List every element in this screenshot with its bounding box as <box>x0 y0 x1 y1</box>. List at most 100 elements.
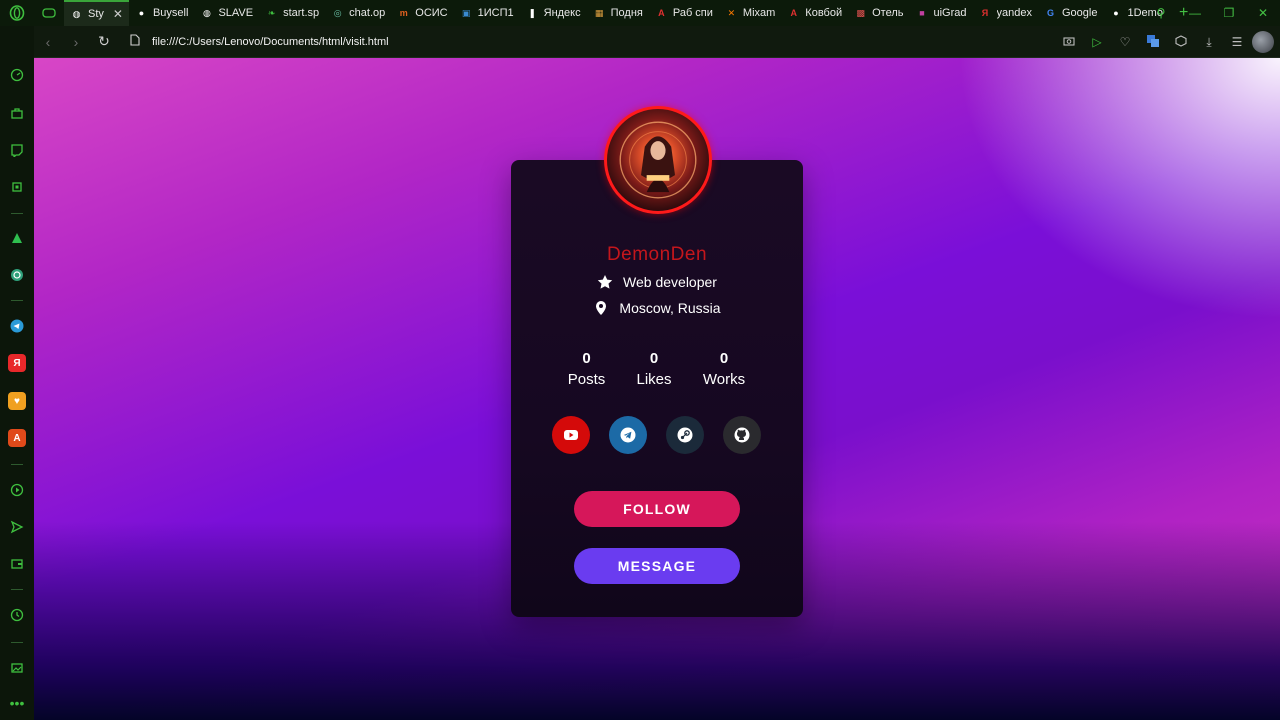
app-store-icon[interactable]: A <box>8 429 26 447</box>
tab-label: Ковбой <box>805 7 843 19</box>
tab-label: Подня <box>610 7 643 19</box>
profile-role: Web developer <box>511 274 803 290</box>
figure-icon: ✕ <box>727 7 736 18</box>
profile-avatar-icon[interactable] <box>1252 31 1274 53</box>
close-tab-icon[interactable]: ✕ <box>113 7 123 21</box>
tab-7[interactable]: ❚ Яндекс <box>520 1 587 25</box>
chip-icon[interactable] <box>8 178 26 196</box>
openai-icon: ◎ <box>333 7 342 18</box>
stat-label: Likes <box>636 371 672 388</box>
a-icon: A <box>790 8 798 18</box>
tab-label: uiGrad <box>933 7 967 19</box>
close-window-button[interactable]: ✕ <box>1246 6 1280 20</box>
tab-15[interactable]: G Google <box>1038 1 1103 25</box>
yandex-sidebar-icon[interactable]: Я <box>8 354 26 372</box>
tab-4[interactable]: ◎ chat.op <box>325 1 391 25</box>
tab-label: Раб спи <box>672 7 713 19</box>
tab-3[interactable]: ❧ start.sp <box>259 1 325 25</box>
stat-value: 0 <box>719 350 729 367</box>
tab-label: yandex <box>996 7 1032 19</box>
tab-11[interactable]: A Ковбой <box>781 1 848 25</box>
github-button[interactable] <box>723 416 761 454</box>
a-icon: A <box>658 8 665 18</box>
search-tabs-icon[interactable]: ⚲ <box>1144 6 1178 20</box>
camera-icon[interactable] <box>1056 35 1082 49</box>
player-icon[interactable] <box>8 481 26 499</box>
history-icon[interactable] <box>8 606 26 624</box>
youtube-button[interactable] <box>552 416 590 454</box>
tab-label: Buysell <box>152 7 189 19</box>
stat-label: Posts <box>567 371 606 388</box>
bag-icon[interactable] <box>8 104 26 122</box>
tab-1[interactable]: ● Buysell <box>129 1 194 25</box>
tab-2[interactable]: ◍ SLAVE <box>194 1 259 25</box>
role-label: Web developer <box>623 274 717 290</box>
twitch-icon[interactable] <box>8 141 26 159</box>
tab-10[interactable]: ✕ Mixam <box>719 1 781 25</box>
chatgpt-icon[interactable] <box>8 266 26 284</box>
tab-14[interactable]: Яyandex <box>973 1 1038 25</box>
profile-location: Moscow, Russia <box>511 300 803 316</box>
github-icon: ● <box>1113 8 1119 18</box>
globe-icon: ◍ <box>72 8 81 19</box>
message-button[interactable]: MESSAGE <box>574 548 740 584</box>
photo-icon: ▦ <box>594 7 604 18</box>
tab-6[interactable]: ▣ 1ИСП1 <box>454 1 520 25</box>
tab-13[interactable]: ■ uiGrad <box>909 1 972 25</box>
tab-12[interactable]: ▩ Отель <box>848 1 909 25</box>
m-icon: m <box>399 8 408 18</box>
tab-0[interactable]: ◍ Sty ✕ <box>64 0 129 26</box>
heart-app-icon[interactable]: ♥ <box>8 392 26 410</box>
person-icon: ▣ <box>461 7 471 18</box>
tab-bar: ◍ Sty ✕ ● Buysell ◍ SLAVE ❧ start.sp ◎ chat.op m ОСИ… <box>0 0 1280 26</box>
star-icon <box>597 275 613 289</box>
tab-label: SLAVE <box>218 7 254 19</box>
follow-button[interactable]: FOLLOW <box>574 491 740 527</box>
stat-label: Works <box>702 371 746 388</box>
stat-value: 0 <box>649 350 659 367</box>
maximize-button[interactable]: ❐ <box>1212 6 1246 20</box>
github-icon <box>734 427 750 443</box>
profile-name: DemonDen <box>606 244 708 265</box>
page-file-icon[interactable] <box>124 34 146 49</box>
minimize-button[interactable]: — <box>1178 6 1212 20</box>
steam-button[interactable] <box>666 416 704 454</box>
page-viewport: DemonDen Web developer Moscow, Russia 0 … <box>34 58 1280 720</box>
play-icon[interactable]: ▷ <box>1084 35 1110 49</box>
location-pin-icon <box>596 301 607 315</box>
gallery-icon[interactable] <box>8 659 26 677</box>
tab-9[interactable]: A Раб спи <box>649 1 719 25</box>
stat-works: 0 Works <box>693 350 755 388</box>
tab-label: Google <box>1062 7 1098 19</box>
tab-8[interactable]: ▦ Подня <box>587 1 649 25</box>
url-field[interactable]: file:///C:/Users/Lenovo/Documents/html/v… <box>152 36 389 48</box>
telegram-button[interactable] <box>609 416 647 454</box>
speed-dial-icon[interactable] <box>8 66 26 84</box>
send-icon[interactable] <box>8 518 26 536</box>
easy-setup-icon[interactable]: ☰ <box>1224 35 1250 49</box>
opera-logo-icon <box>9 5 25 21</box>
steam-icon <box>677 427 693 443</box>
stat-posts: 0 Posts <box>559 350 614 388</box>
ya-icon: Я <box>981 8 989 18</box>
translate-icon[interactable] <box>1140 34 1166 51</box>
location-label: Moscow, Russia <box>619 300 721 316</box>
wallet-icon[interactable] <box>8 555 26 573</box>
tab-5[interactable]: m ОСИС <box>391 1 453 25</box>
tab-label: Sty <box>88 8 104 20</box>
tab-label: start.sp <box>283 7 320 19</box>
cube-icon[interactable] <box>1168 34 1194 50</box>
opera-menu-button[interactable] <box>0 0 34 26</box>
tab-gamepad[interactable] <box>34 1 64 25</box>
stat-likes: 0 Likes <box>628 350 680 388</box>
more-icon[interactable]: ••• <box>8 694 26 712</box>
aria-icon[interactable] <box>8 229 26 247</box>
heart-bookmark-icon[interactable]: ♡ <box>1112 35 1138 49</box>
tab-label: ОСИС <box>415 7 448 19</box>
globe-icon: ◍ <box>203 7 211 18</box>
reload-button[interactable]: ↻ <box>90 33 118 50</box>
download-icon[interactable]: ⤓ <box>1196 35 1222 50</box>
back-button[interactable]: ‹ <box>34 34 62 50</box>
forward-button[interactable]: › <box>62 34 90 50</box>
telegram-sidebar-icon[interactable] <box>8 317 26 335</box>
